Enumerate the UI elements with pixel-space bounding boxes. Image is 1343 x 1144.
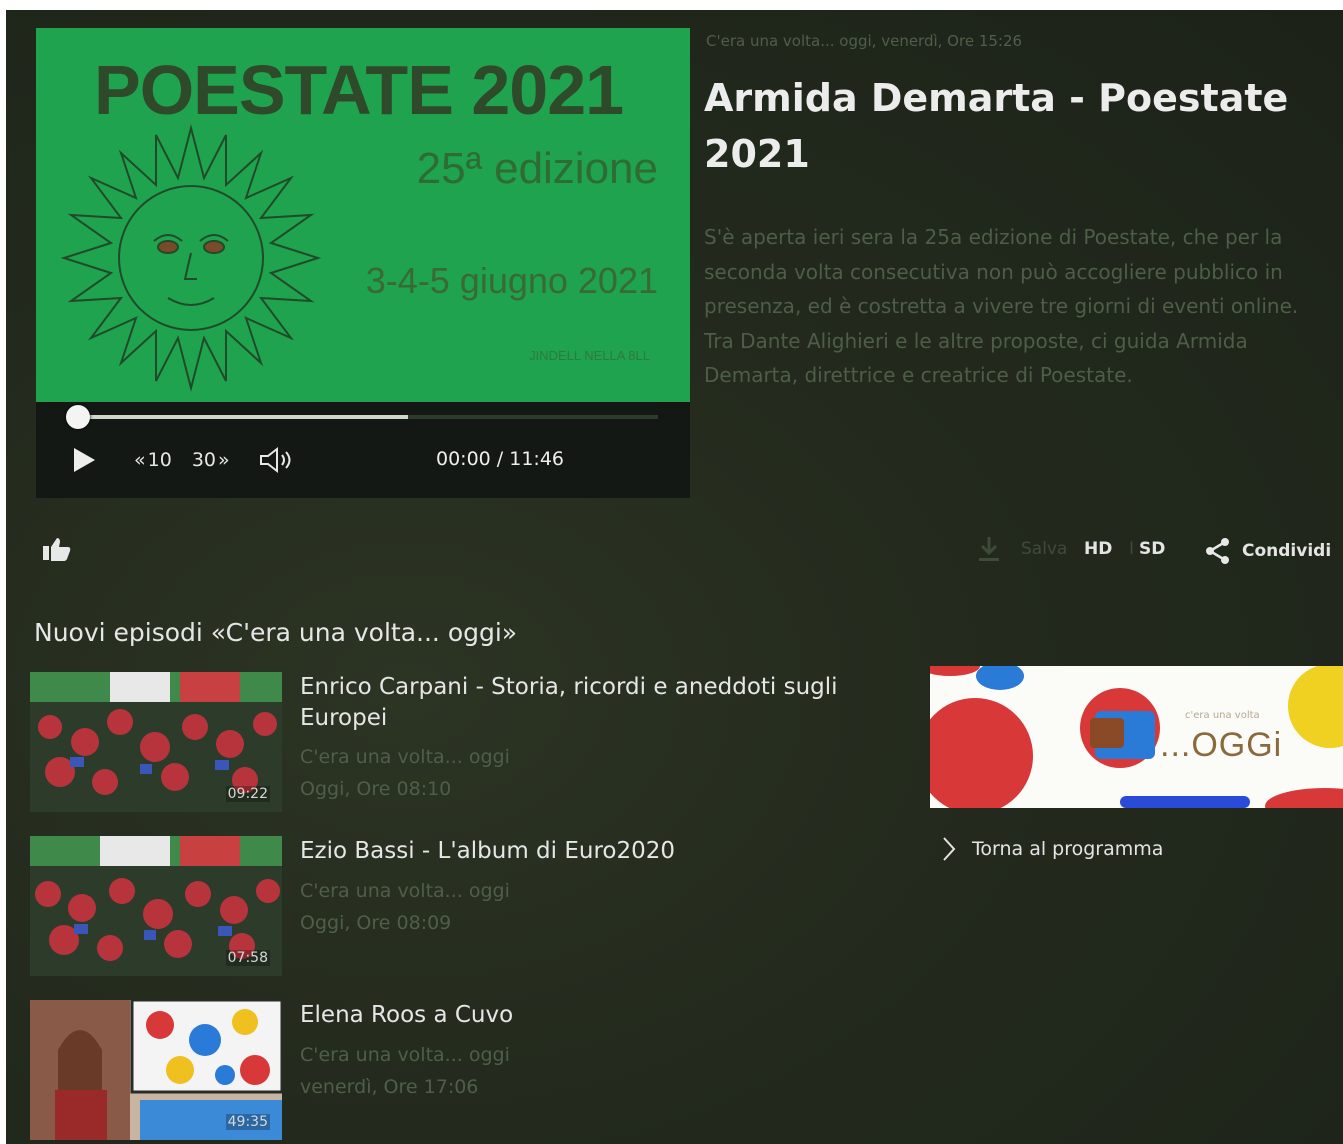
episode-thumbnail[interactable]: 09:22 (30, 672, 282, 812)
program-banner[interactable]: c'era una volta ...OGGi (930, 666, 1343, 808)
rewind-10-button[interactable]: «10 (134, 449, 172, 471)
banner-caption: c'era una volta (1185, 710, 1260, 721)
episode-title[interactable]: Enrico Carpani - Storia, ricordi e anedd… (300, 672, 890, 734)
share-button[interactable]: Condividi (1204, 537, 1331, 565)
volume-icon[interactable] (258, 446, 294, 474)
episode-duration: 49:35 (225, 1114, 270, 1130)
forward-30-button[interactable]: 30» (192, 449, 230, 471)
episode-show: C'era una volta... oggi (300, 880, 510, 902)
video-player[interactable]: POESTATE 2021 25ª edizione 3-4-5 giugno … (36, 28, 690, 498)
page: POESTATE 2021 25ª edizione 3-4-5 giugno … (6, 10, 1343, 1144)
share-label: Condividi (1242, 541, 1332, 561)
episode-description: S'è aperta ieri sera la 25a edizione di … (704, 225, 1299, 387)
rewind-10-icon: « (134, 449, 146, 471)
section-title: Nuovi episodi «C'era una volta... oggi» (34, 618, 518, 647)
share-icon (1206, 538, 1229, 564)
control-row: «10 30» (72, 444, 294, 476)
poster-title: POESTATE 2021 (94, 51, 624, 129)
episode-item[interactable]: 49:35 Elena Roos a Cuvo C'era una volta.… (30, 1000, 910, 1144)
episode-meta: C'era una volta... oggi, venerdì, Ore 15… (706, 32, 1023, 50)
sun-illustration (60, 124, 322, 392)
episode-date: Oggi, Ore 08:10 (300, 778, 452, 800)
banner-logo: ...OGGi (1160, 726, 1283, 764)
thumbs-up-icon[interactable] (42, 536, 72, 566)
progress-knob[interactable] (66, 405, 90, 429)
back-to-program-label: Torna al programma (972, 838, 1164, 860)
chevron-right-icon (943, 837, 956, 861)
back-to-program-link[interactable]: Torna al programma (942, 836, 1163, 862)
rewind-10-label: 10 (147, 449, 172, 471)
poster-edition: 25ª edizione (416, 144, 658, 193)
download-icon[interactable] (974, 534, 1004, 568)
episode-title[interactable]: Elena Roos a Cuvo (300, 1000, 890, 1031)
time-display: 00:00 / 11:46 (436, 448, 564, 470)
episode-item[interactable]: 09:22 Enrico Carpani - Storia, ricordi e… (30, 672, 910, 822)
save-label[interactable]: Salva (1021, 539, 1067, 559)
episode-title: Armida Demarta - Poestate 2021 (704, 76, 1289, 176)
episode-show: C'era una volta... oggi (300, 1044, 510, 1066)
poster-footer: JINDELL NELLA 8LL (529, 348, 650, 363)
player-controls: «10 30» 00:00 / 11:46 (36, 402, 690, 498)
play-icon[interactable] (72, 444, 100, 476)
forward-30-label: 30 (191, 449, 216, 471)
episode-thumbnail[interactable]: 07:58 (30, 836, 282, 976)
quality-separator: I (1129, 539, 1135, 559)
episode-item[interactable]: 07:58 Ezio Bassi - L'album di Euro2020 C… (30, 836, 910, 986)
video-poster[interactable]: POESTATE 2021 25ª edizione 3-4-5 giugno … (36, 28, 690, 402)
episode-title[interactable]: Ezio Bassi - L'album di Euro2020 (300, 836, 890, 867)
progress-buffer (78, 415, 408, 419)
forward-30-icon: » (218, 449, 230, 471)
sd-option[interactable]: SD (1139, 539, 1165, 559)
episode-duration: 07:58 (225, 950, 270, 966)
episode-show: C'era una volta... oggi (300, 746, 510, 768)
episode-date: Oggi, Ore 08:09 (300, 912, 452, 934)
episode-duration: 09:22 (225, 786, 270, 802)
poster-dates: 3-4-5 giugno 2021 (365, 260, 658, 301)
episode-date: venerdì, Ore 17:06 (300, 1076, 479, 1098)
episode-thumbnail[interactable]: 49:35 (30, 1000, 282, 1140)
hd-option[interactable]: HD (1084, 539, 1112, 559)
